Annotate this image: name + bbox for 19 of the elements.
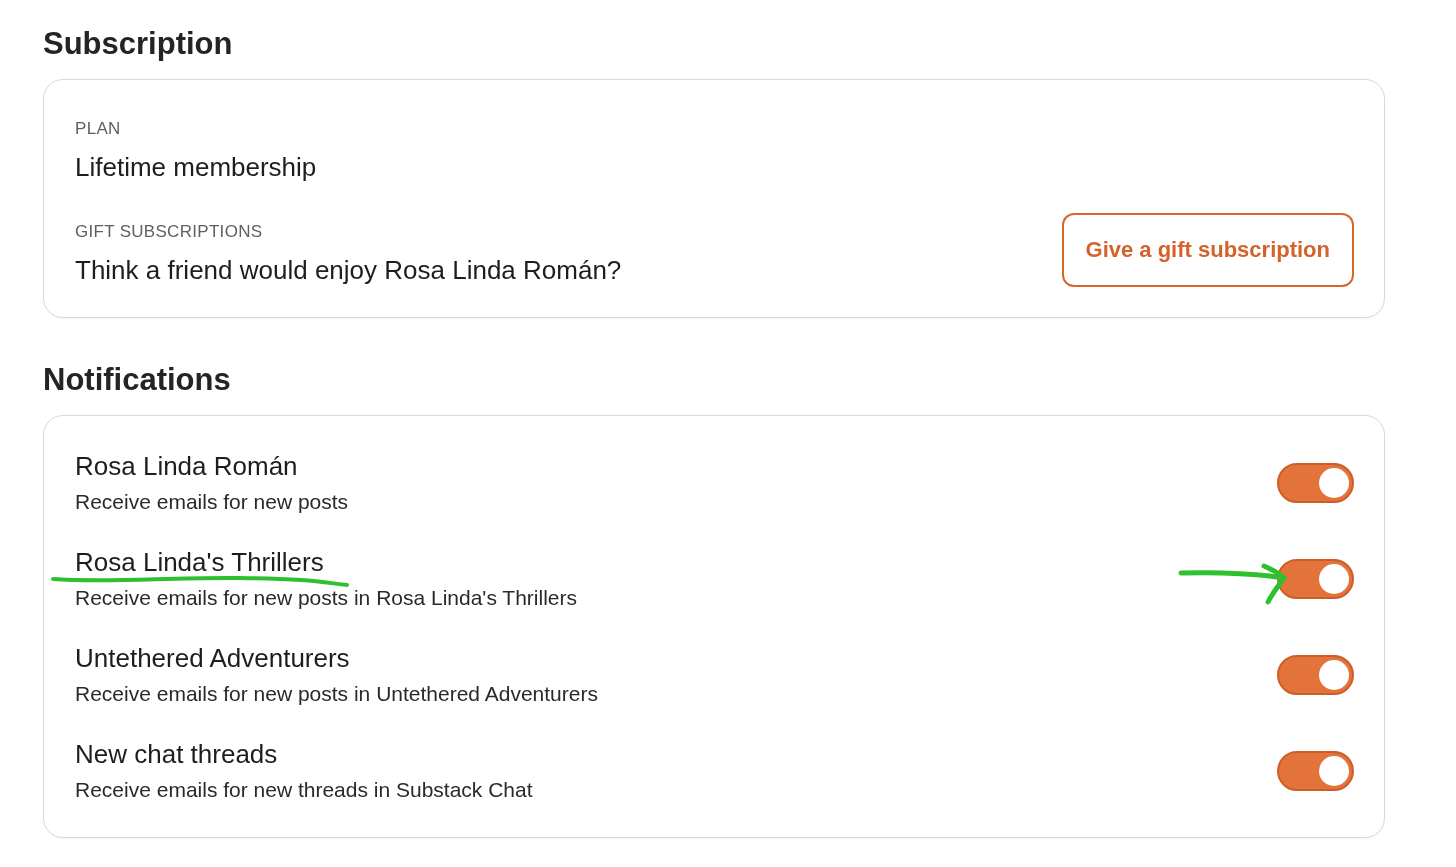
field-label: GIFT SUBSCRIPTIONS — [75, 221, 263, 243]
notification-description: Receive emails for new posts — [75, 489, 349, 515]
toggle-switch[interactable] — [1277, 751, 1354, 791]
section-heading: Subscription — [43, 25, 233, 63]
notification-title: Rosa Linda Román — [75, 450, 298, 483]
gift-subscription-button[interactable]: Give a gift subscription — [1061, 213, 1354, 287]
notification-title: Rosa Linda's Thrillers — [75, 546, 324, 579]
toggle-switch[interactable] — [1277, 655, 1354, 695]
toggle-switch[interactable] — [1277, 463, 1354, 503]
notification-description: Receive emails for new posts in Untethered Adventurers — [75, 681, 598, 707]
field-value: Lifetime membership — [75, 151, 317, 184]
field-value: Think a friend would enjoy Rosa Linda Román? — [75, 254, 622, 287]
notification-title: Untethered Adventurers — [75, 642, 350, 675]
section-heading: Notifications — [43, 361, 231, 399]
notification-description: Receive emails for new posts in Rosa Linda's Thrillers — [75, 585, 577, 611]
field-label: PLAN — [75, 118, 121, 140]
notification-description: Receive emails for new threads in Substack Chat — [75, 777, 533, 803]
notification-title: New chat threads — [75, 738, 278, 771]
toggle-switch[interactable] — [1277, 559, 1354, 599]
